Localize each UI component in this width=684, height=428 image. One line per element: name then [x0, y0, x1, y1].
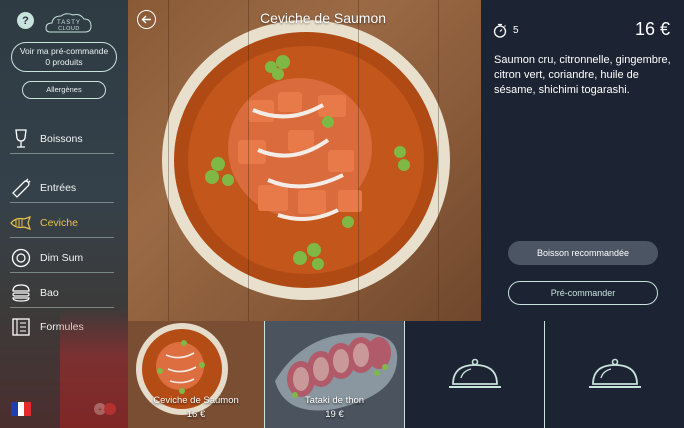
sidebar: ? TASTY CLOUD Voir ma pré-commande 0 pro… [0, 0, 128, 428]
preorder-button[interactable]: Pré-commander [508, 281, 658, 305]
nav-label: Dim Sum [40, 251, 84, 264]
nav-label: Entrées [40, 181, 77, 194]
glass-icon [10, 128, 32, 150]
thumb-name: Tataki de thon [304, 395, 365, 406]
thumb-empty-slot-1[interactable] [405, 321, 544, 428]
svg-text:+: + [98, 407, 102, 414]
preorder-title: Voir ma pré-commande [19, 46, 109, 56]
bao-icon [10, 282, 32, 304]
prep-time: 5 [493, 23, 519, 38]
language-toggle-icon[interactable]: + [93, 402, 117, 416]
ceviche-plate-image [162, 20, 450, 300]
nav-item-dim-sum[interactable]: Dim Sum [10, 243, 114, 273]
preorder-count: 0 produits [45, 57, 83, 67]
french-flag-icon[interactable] [11, 402, 32, 416]
help-button[interactable]: ? [17, 12, 34, 29]
nav-item-boissons[interactable]: Boissons [10, 124, 114, 154]
allergens-button[interactable]: Allergènes [22, 81, 106, 99]
thumb-ceviche-saumon[interactable]: Ceviche de Saumon 16 € [128, 321, 264, 428]
dish-title: Ceviche de Saumon [259, 10, 387, 26]
fish-icon [10, 212, 32, 234]
nav-label: Bao [40, 286, 59, 299]
menu-book-icon [10, 316, 32, 338]
nav-label: Boissons [40, 132, 83, 145]
cloche-icon [448, 358, 501, 388]
svg-text:CLOUD: CLOUD [58, 26, 80, 32]
nav-item-bao[interactable]: Bao [10, 278, 114, 308]
thumb-empty-slot-2[interactable] [545, 321, 684, 428]
nav-label: Ceviche [40, 216, 78, 229]
thumb-price: 19 € [325, 409, 344, 420]
cloche-icon [588, 358, 641, 388]
recommended-drink-button[interactable]: Boisson recommandée [508, 241, 658, 265]
stopwatch-icon [493, 23, 507, 38]
carrot-icon [10, 177, 32, 199]
nav-item-formules[interactable]: Formules [10, 312, 114, 342]
nav-item-ceviche[interactable]: Ceviche [10, 208, 114, 238]
nav-item-entrees[interactable]: Entrées [10, 173, 114, 203]
dish-info-panel [481, 0, 684, 321]
preorder-summary-button[interactable]: Voir ma pré-commande 0 produits [11, 42, 117, 72]
thumb-name: Ceviche de Saumon [153, 395, 239, 406]
dish-photo [128, 0, 481, 321]
thumb-price: 16 € [186, 409, 206, 420]
dish-price: 16 € [634, 19, 670, 39]
prep-time-value: 5 [513, 25, 519, 36]
tasty-cloud-logo: TASTY CLOUD [45, 13, 92, 33]
dimsum-icon [10, 247, 32, 269]
dish-carousel: Ceviche de Saumon 16 € Tataki de thon 19… [128, 321, 684, 428]
nav-label: Formules [40, 321, 84, 333]
thumb-tataki-thon[interactable]: Tataki de thon 19 € [265, 321, 404, 428]
dish-description: Saumon cru, citronnelle, gingembre, citr… [494, 54, 671, 96]
